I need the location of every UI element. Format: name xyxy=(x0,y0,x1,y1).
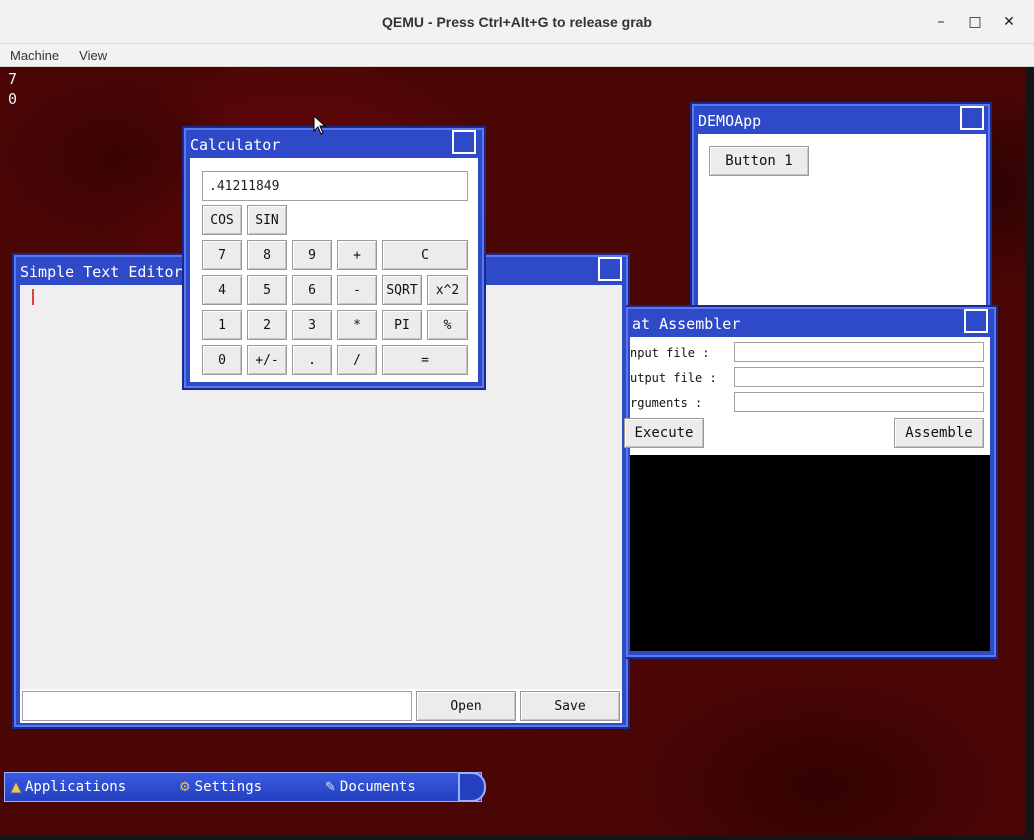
arguments-field[interactable] xyxy=(734,392,984,412)
demoapp-title: DEMOApp xyxy=(698,112,762,130)
text-cursor xyxy=(32,289,34,305)
menu-machine[interactable]: Machine xyxy=(0,48,69,63)
cos-button[interactable]: COS xyxy=(202,205,242,235)
key-plus[interactable]: + xyxy=(337,240,377,270)
key-equals[interactable]: = xyxy=(382,345,468,375)
host-background-strip xyxy=(1026,67,1034,840)
assembler-output-console xyxy=(630,455,990,651)
text-editor-toolbar: Open Save xyxy=(20,689,622,723)
key-0[interactable]: 0 xyxy=(202,345,242,375)
minimize-icon[interactable]: – xyxy=(929,10,953,34)
key-negate[interactable]: +/- xyxy=(247,345,287,375)
assembler-window: at Assembler nput file : utput file : rg… xyxy=(624,305,998,659)
taskbar-end-cap xyxy=(458,772,486,802)
key-3[interactable]: 3 xyxy=(292,310,332,340)
execute-button[interactable]: Execute xyxy=(624,418,704,448)
gear-icon: ⚙ xyxy=(179,779,191,795)
taskbar-applications-label: Applications xyxy=(25,779,127,795)
key-clear[interactable]: C xyxy=(382,240,468,270)
demoapp-window: DEMOApp Button 1 xyxy=(690,102,992,322)
close-icon[interactable] xyxy=(452,130,476,154)
key-multiply[interactable]: * xyxy=(337,310,377,340)
mouse-pointer-icon xyxy=(313,115,327,135)
key-percent[interactable]: % xyxy=(427,310,468,340)
text-editor-title: Simple Text Editor xyxy=(20,263,183,281)
taskbar-applications[interactable]: ▲ Applications xyxy=(11,773,126,801)
taskbar-settings[interactable]: ⚙ Settings xyxy=(179,773,262,801)
calculator-window: Calculator .41211849 COS SIN 7 8 9 + C 4… xyxy=(182,126,486,390)
assembler-form: nput file : utput file : rguments : Exec… xyxy=(624,337,990,455)
calculator-body: .41211849 COS SIN 7 8 9 + C 4 5 6 - SQRT… xyxy=(190,158,478,382)
key-2[interactable]: 2 xyxy=(247,310,287,340)
qemu-menu-bar: Machine View xyxy=(0,44,1034,67)
key-decimal[interactable]: . xyxy=(292,345,332,375)
key-8[interactable]: 8 xyxy=(247,240,287,270)
taskbar-documents-label: Documents xyxy=(339,779,416,795)
guest-desktop: 7 0 Simple Text Editor Open Save DEMOApp… xyxy=(0,67,1026,836)
input-file-field[interactable] xyxy=(734,342,984,362)
applications-icon: ▲ xyxy=(11,779,21,795)
close-icon[interactable] xyxy=(964,309,988,333)
filename-input[interactable] xyxy=(22,691,412,721)
key-5[interactable]: 5 xyxy=(247,275,287,305)
taskbar-documents[interactable]: ✎ Documents xyxy=(325,773,416,801)
key-4[interactable]: 4 xyxy=(202,275,242,305)
key-9[interactable]: 9 xyxy=(292,240,332,270)
output-file-field[interactable] xyxy=(734,367,984,387)
console-line-1: 7 xyxy=(8,70,18,88)
calculator-display: .41211849 xyxy=(202,171,468,201)
key-divide[interactable]: / xyxy=(337,345,377,375)
documents-icon: ✎ xyxy=(325,779,336,795)
sin-button[interactable]: SIN xyxy=(247,205,287,235)
close-icon[interactable] xyxy=(598,257,622,281)
key-square[interactable]: x^2 xyxy=(427,275,468,305)
console-line-2: 0 xyxy=(8,90,18,108)
maximize-icon[interactable]: □ xyxy=(963,10,987,34)
open-button[interactable]: Open xyxy=(416,691,516,721)
key-1[interactable]: 1 xyxy=(202,310,242,340)
close-icon[interactable]: ✕ xyxy=(997,10,1021,34)
key-minus[interactable]: - xyxy=(337,275,377,305)
taskbar-settings-label: Settings xyxy=(194,779,263,795)
qemu-title-bar: QEMU - Press Ctrl+Alt+G to release grab xyxy=(0,0,1034,44)
qemu-title: QEMU - Press Ctrl+Alt+G to release grab xyxy=(382,13,652,30)
close-icon[interactable] xyxy=(960,106,984,130)
taskbar: ▲ Applications ⚙ Settings ✎ Documents xyxy=(4,772,482,802)
assemble-button[interactable]: Assemble xyxy=(894,418,984,448)
output-file-label: utput file : xyxy=(630,371,717,385)
calculator-title: Calculator xyxy=(190,136,281,154)
button-1[interactable]: Button 1 xyxy=(709,146,809,176)
key-sqrt[interactable]: SQRT xyxy=(382,275,422,305)
input-file-label: nput file : xyxy=(630,346,710,360)
host-background-strip-bottom xyxy=(0,836,1034,840)
demoapp-body: Button 1 xyxy=(698,134,986,318)
key-pi[interactable]: PI xyxy=(382,310,422,340)
menu-view[interactable]: View xyxy=(69,48,117,63)
save-button[interactable]: Save xyxy=(520,691,620,721)
key-7[interactable]: 7 xyxy=(202,240,242,270)
assembler-title: at Assembler xyxy=(632,315,741,333)
key-6[interactable]: 6 xyxy=(292,275,332,305)
arguments-label: rguments : xyxy=(630,396,703,410)
